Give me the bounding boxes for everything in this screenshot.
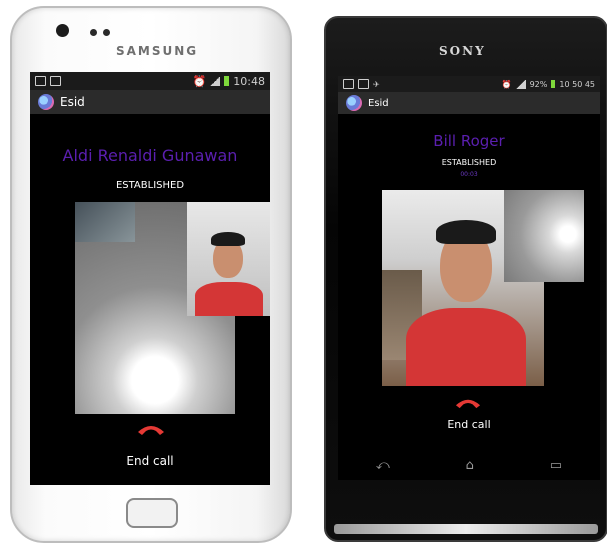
sony-phone: SONY ✈ ⏰ 92% 10 50 45 Esid Bill Roger ES… [324, 16, 607, 542]
gallery-notification-icon [35, 76, 46, 86]
alarm-icon: ⏰ [501, 79, 512, 89]
end-call-button[interactable]: End call [338, 418, 600, 431]
earpiece [90, 29, 110, 36]
caller-name: Aldi Renaldi Gunawan [62, 146, 238, 165]
status-time: 10 50 45 [559, 79, 595, 89]
battery-percent: 92% [529, 79, 548, 89]
sony-screen: ✈ ⏰ 92% 10 50 45 Esid Bill Roger ESTABLI… [338, 76, 600, 480]
samsung-brand-label: SAMSUNG [116, 44, 199, 58]
battery-icon [224, 76, 230, 86]
twitter-icon: ✈ [373, 79, 380, 89]
message-notification-icon [358, 79, 369, 89]
recent-apps-icon[interactable]: ▭ [550, 458, 562, 473]
call-status: ESTABLISHED [441, 158, 497, 167]
bottom-strip [334, 524, 598, 534]
self-preview-video [504, 190, 584, 282]
status-bar: ✈ ⏰ 92% 10 50 45 [338, 76, 600, 92]
signal-icon [515, 79, 526, 89]
home-icon[interactable]: ⌂ [466, 458, 474, 473]
navigation-bar: ⤺ ⌂ ▭ [338, 450, 600, 480]
end-call-icon[interactable] [136, 422, 166, 436]
front-camera [56, 24, 69, 37]
app-logo-icon[interactable] [38, 94, 54, 110]
alarm-icon: ⏰ [192, 74, 207, 88]
ceiling-shadow [75, 202, 135, 242]
sony-brand-label: SONY [439, 44, 486, 58]
back-icon[interactable]: ⤺ [376, 458, 390, 473]
caller-name: Bill Roger [433, 132, 505, 150]
self-preview-video [187, 202, 270, 316]
app-bar: Esid [338, 92, 600, 114]
battery-icon [551, 80, 556, 88]
person-hair [211, 232, 245, 246]
signal-icon [210, 76, 221, 86]
call-status: ESTABLISHED [115, 180, 185, 191]
call-timer: 00:03 [460, 171, 478, 178]
person-hair [436, 220, 496, 244]
gallery-notification-icon [343, 79, 354, 89]
person-body [406, 308, 526, 386]
status-bar: ⏰ 10:48 [30, 72, 270, 90]
home-button[interactable] [126, 498, 178, 528]
status-time: 10:48 [233, 74, 265, 88]
message-notification-icon [50, 76, 61, 86]
end-call-icon[interactable] [454, 396, 482, 409]
person-body [195, 282, 263, 316]
samsung-screen: ⏰ 10:48 Esid Aldi Renaldi Gunawan ESTABL… [30, 72, 270, 485]
app-bar: Esid [30, 90, 270, 114]
app-logo-icon[interactable] [346, 95, 362, 111]
end-call-button[interactable]: End call [30, 454, 270, 468]
app-title: Esid [368, 97, 389, 109]
samsung-phone: SAMSUNG ⏰ 10:48 Esid Aldi Renaldi Gunawa… [10, 6, 292, 543]
app-title: Esid [60, 95, 85, 109]
